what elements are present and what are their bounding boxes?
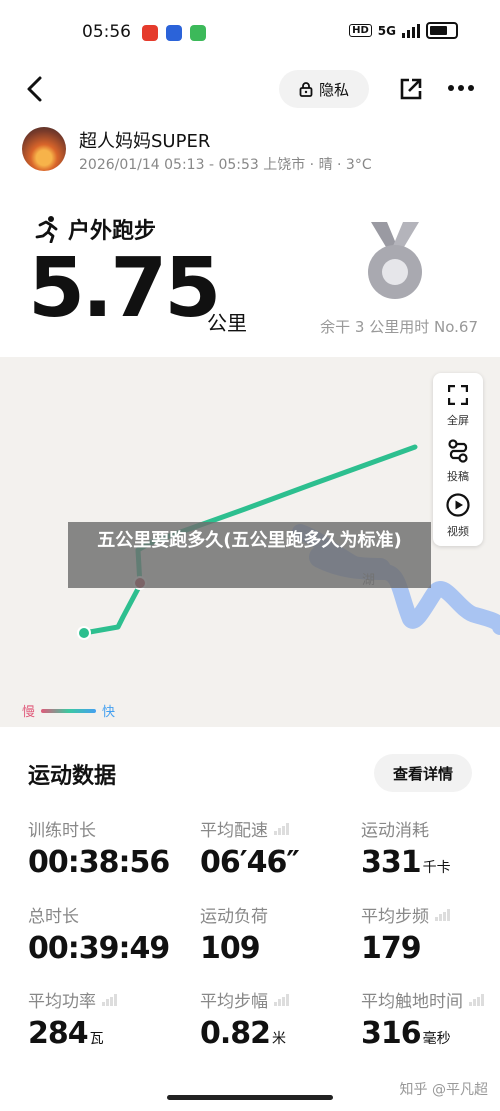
- stat-item: 平均配速 06′46″: [200, 816, 360, 880]
- trend-icon: [469, 993, 484, 1006]
- video-play-icon[interactable]: [446, 493, 470, 517]
- distance-value: 5.75: [28, 241, 221, 336]
- map-controls: 全屏 投稿 视频: [433, 373, 483, 546]
- stat-label-text: 平均步幅: [200, 992, 268, 1012]
- stats-title: 运动数据: [28, 764, 117, 789]
- fullscreen-icon[interactable]: [448, 385, 468, 405]
- fullscreen-label: 全屏: [447, 414, 469, 427]
- stat-label: 平均步频: [361, 902, 500, 927]
- stat-label-text: 平均步频: [361, 907, 429, 927]
- stat-value-number: 109: [200, 931, 261, 966]
- stat-value-number: 06′46″: [200, 845, 300, 880]
- stat-unit: 毫秒: [422, 1031, 451, 1047]
- stat-label: 运动消耗: [361, 816, 500, 841]
- stat-item: 平均功率 284 瓦: [28, 987, 188, 1051]
- running-icon: [35, 216, 58, 243]
- stat-label-text: 总时长: [28, 907, 79, 927]
- stat-item: 训练时长 00:38:56: [28, 816, 188, 880]
- medal-icon[interactable]: [367, 222, 423, 304]
- stat-value: 06′46″: [200, 845, 360, 880]
- network-icon: 5G: [377, 23, 396, 38]
- share-icon[interactable]: [398, 76, 424, 102]
- ranking-text[interactable]: 余干 3 公里用时 No.67: [320, 316, 478, 337]
- route-start-marker: [77, 626, 91, 640]
- cast-label: 投稿: [447, 470, 469, 483]
- hd-icon: HD: [349, 24, 372, 37]
- stat-item: 平均步幅 0.82 米: [200, 987, 360, 1051]
- overlay-banner: 五公里要跑多久(五公里跑多久为标准): [68, 522, 431, 588]
- stat-unit: 千卡: [422, 860, 451, 876]
- lock-icon: [299, 82, 313, 97]
- stat-label: 总时长: [28, 902, 188, 927]
- stat-item: 总时长 00:39:49: [28, 902, 188, 966]
- stat-value: 179: [361, 931, 500, 966]
- status-bar: 05:56 HD 5G: [0, 0, 500, 64]
- stat-value: 00:38:56: [28, 845, 188, 880]
- stat-value: 316 毫秒: [361, 1016, 500, 1051]
- stat-value-number: 316: [361, 1016, 422, 1051]
- video-label: 视频: [447, 525, 469, 538]
- legend-fast: 快: [102, 705, 116, 720]
- back-icon[interactable]: [24, 75, 46, 103]
- status-time: 05:56: [82, 22, 131, 42]
- trend-icon: [102, 993, 117, 1006]
- stat-value-number: 00:38:56: [28, 845, 170, 880]
- app-notification-icon: [166, 25, 182, 41]
- trend-icon: [274, 822, 289, 835]
- stat-label: 平均步幅: [200, 987, 360, 1012]
- stat-value: 284 瓦: [28, 1016, 188, 1051]
- stat-unit: 瓦: [89, 1031, 104, 1047]
- stat-item: 平均触地时间 316 毫秒: [361, 987, 500, 1051]
- home-indicator[interactable]: [167, 1095, 333, 1100]
- stat-value: 00:39:49: [28, 931, 188, 966]
- trend-icon: [435, 908, 450, 921]
- stat-label: 平均功率: [28, 987, 188, 1012]
- stat-value-number: 284: [28, 1016, 89, 1051]
- trend-icon: [274, 993, 289, 1006]
- stat-value-number: 331: [361, 845, 422, 880]
- stat-label-text: 平均功率: [28, 992, 96, 1012]
- privacy-button[interactable]: 隐私: [279, 70, 369, 108]
- stat-label-text: 训练时长: [28, 821, 96, 841]
- stat-value-number: 00:39:49: [28, 931, 170, 966]
- distance-unit: 公里: [207, 311, 247, 335]
- stat-value-number: 0.82: [200, 1016, 271, 1051]
- more-icon[interactable]: [447, 84, 475, 92]
- workout-meta: 2026/01/14 05:13 - 05:53 上饶市 · 晴 · 3°C: [79, 157, 372, 173]
- stat-value-number: 179: [361, 931, 422, 966]
- user-name: 超人妈妈SUPER: [79, 131, 211, 152]
- stat-unit: 米: [272, 1031, 287, 1047]
- avatar[interactable]: [22, 127, 66, 171]
- stat-label-text: 运动消耗: [361, 821, 429, 841]
- stat-item: 平均步频 179: [361, 902, 500, 966]
- stat-label: 平均触地时间: [361, 987, 500, 1012]
- cast-icon[interactable]: [447, 439, 469, 463]
- stat-label-text: 平均触地时间: [361, 992, 463, 1012]
- legend-slow: 慢: [22, 705, 36, 720]
- app-notification-icon: [190, 25, 206, 41]
- view-details-button[interactable]: 查看详情: [374, 754, 472, 792]
- stat-value: 109: [200, 931, 360, 966]
- battery-icon: [426, 22, 458, 39]
- stat-label: 运动负荷: [200, 902, 360, 927]
- stat-value: 331 千卡: [361, 845, 500, 880]
- stat-item: 运动负荷 109: [200, 902, 360, 966]
- status-indicators: HD 5G: [349, 22, 458, 39]
- stat-item: 运动消耗 331 千卡: [361, 816, 500, 880]
- stat-label: 平均配速: [200, 816, 360, 841]
- app-notification-icon: [142, 25, 158, 41]
- privacy-label: 隐私: [318, 80, 349, 99]
- stat-label-text: 平均配速: [200, 821, 268, 841]
- stat-value: 0.82 米: [200, 1016, 360, 1051]
- watermark: 知乎 @平凡超: [399, 1082, 488, 1098]
- pace-legend: 慢 快: [22, 701, 115, 720]
- stat-label-text: 运动负荷: [200, 907, 268, 927]
- signal-icon: [402, 23, 420, 38]
- legend-gradient: [41, 708, 97, 713]
- stat-label: 训练时长: [28, 816, 188, 841]
